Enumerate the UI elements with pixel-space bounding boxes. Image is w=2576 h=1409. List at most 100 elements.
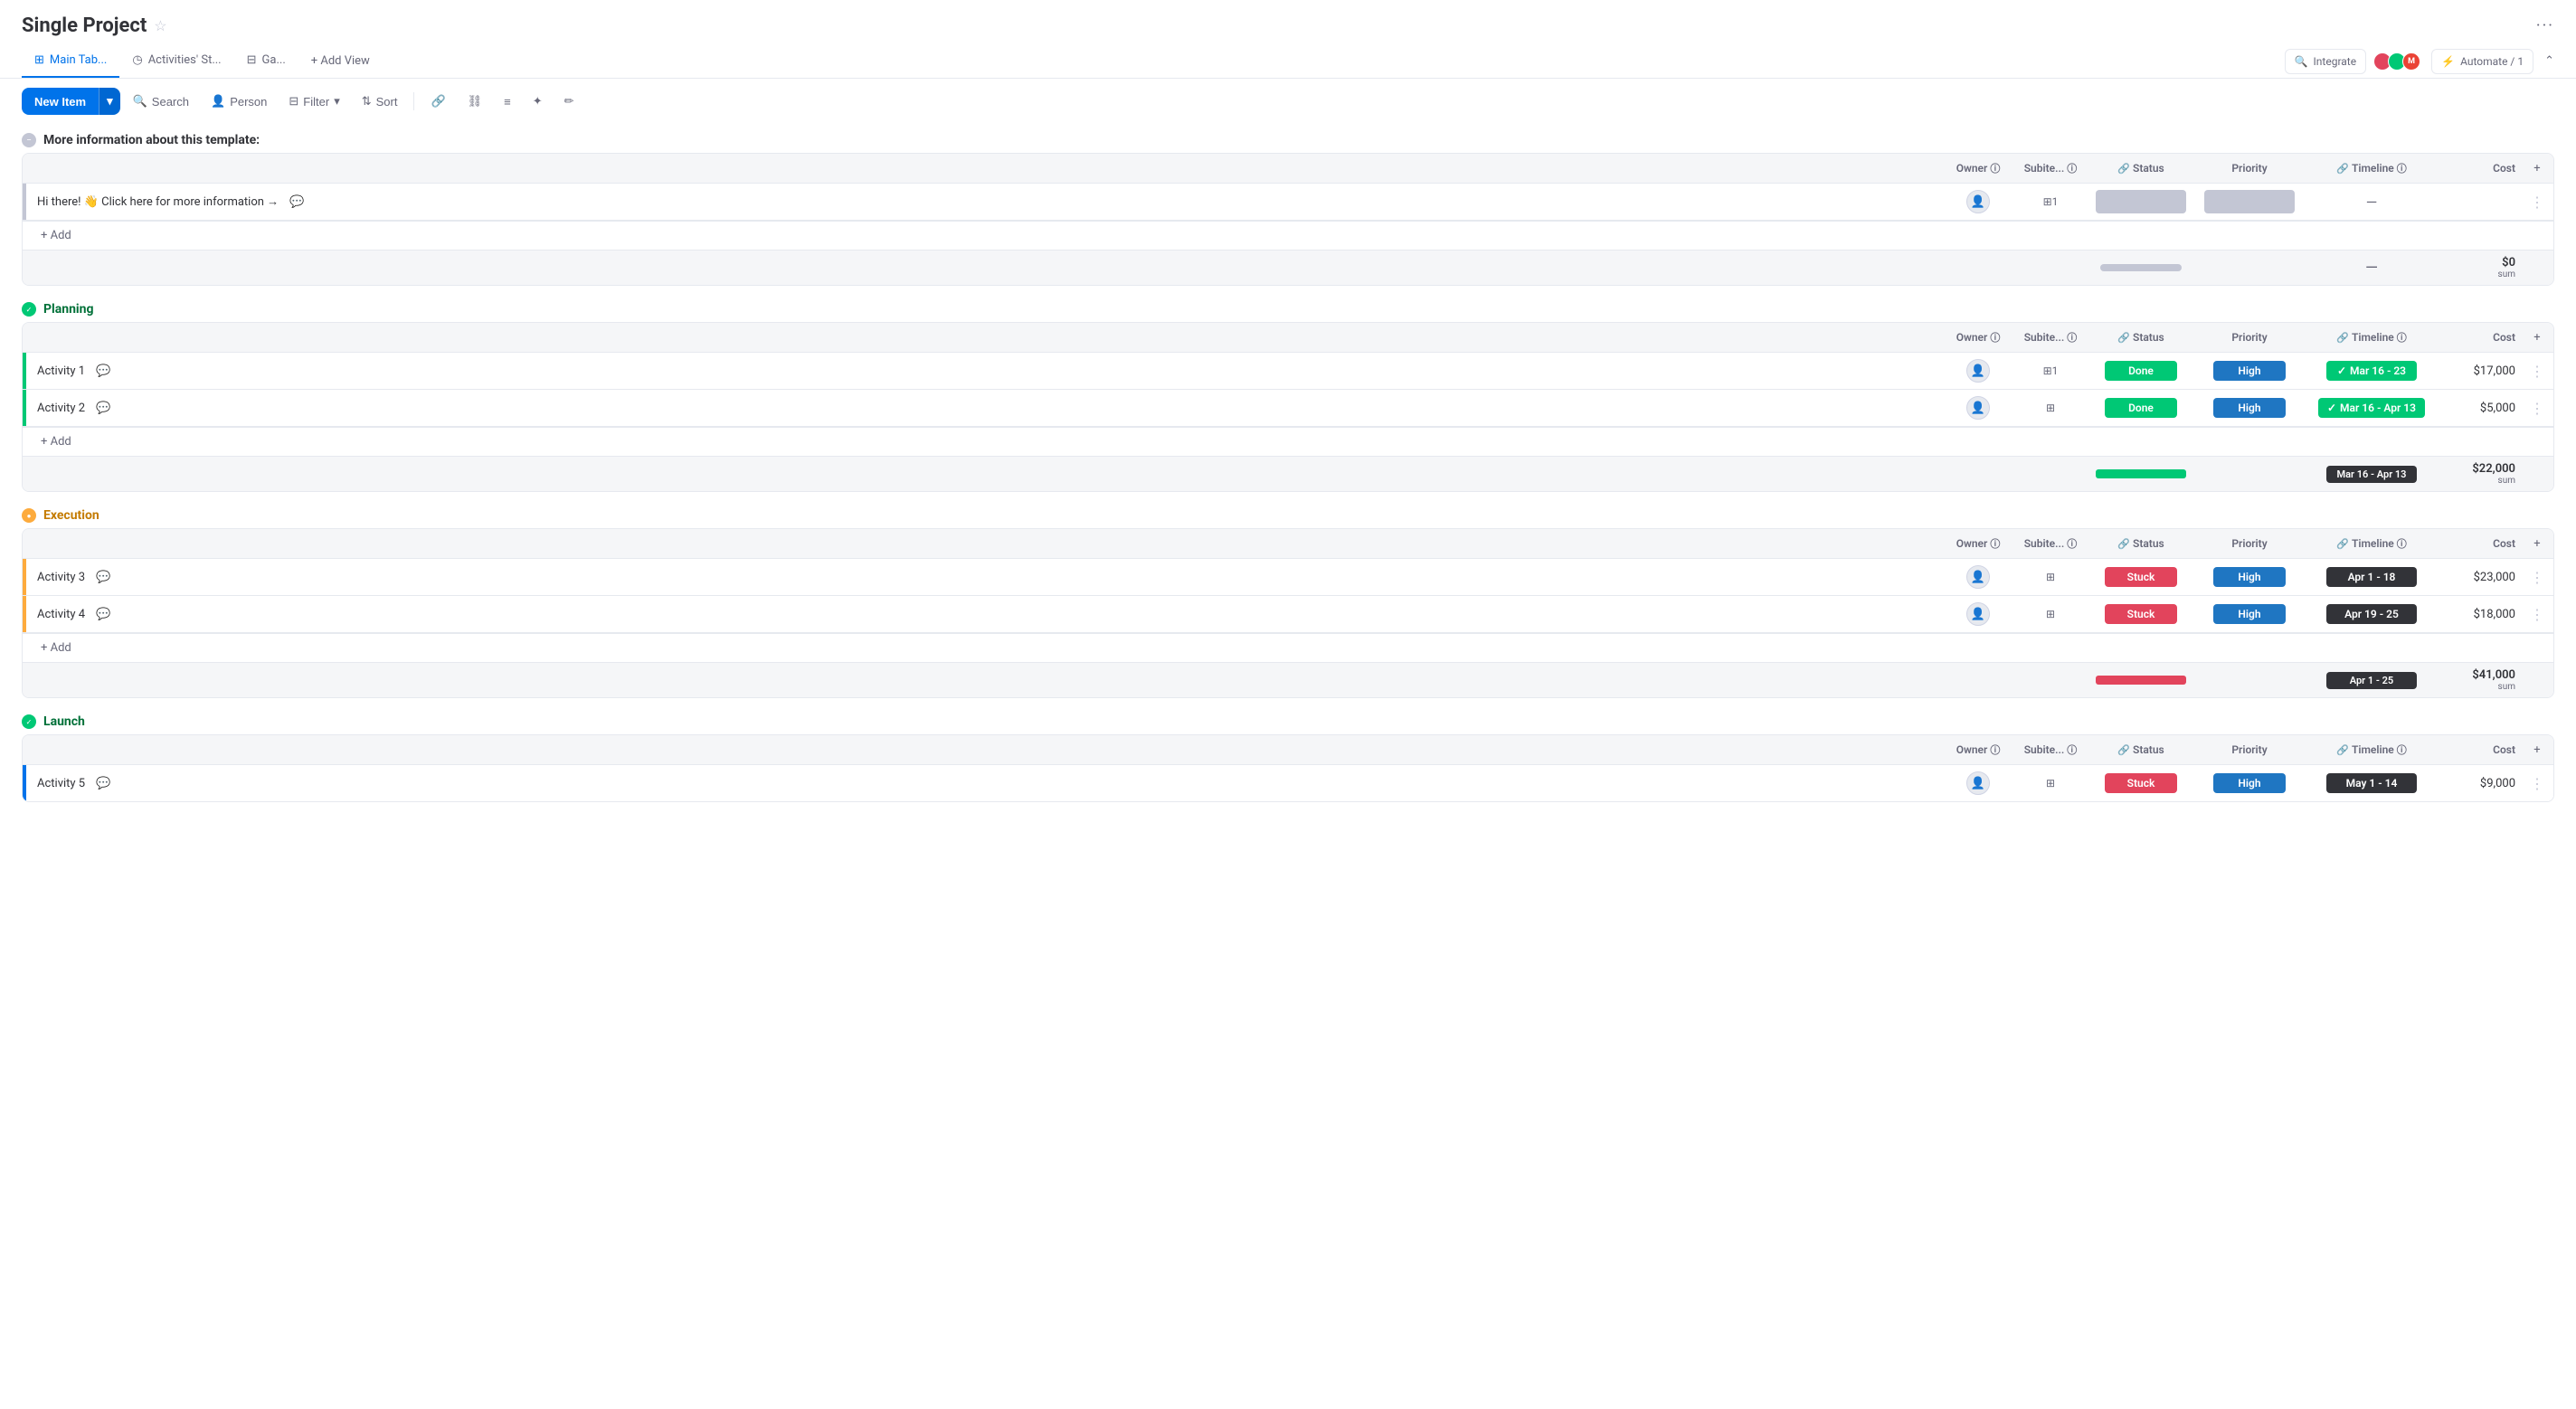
table-row: Activity 3 💬 👤 ⊞ Stuck High Apr 1 - 18 (23, 559, 2553, 596)
add-row-label: + Add (41, 229, 71, 242)
col-add-button[interactable]: + (2521, 155, 2553, 183)
row-name[interactable]: Hi there! 👋 Click here for more informat… (26, 184, 1942, 220)
row-a5-subitems[interactable]: ⊞ (2014, 777, 2087, 790)
row-a1-status[interactable]: Done (2087, 357, 2195, 384)
row-a1-name[interactable]: Activity 1 💬 (26, 353, 1942, 389)
person-button[interactable]: 👤 Person (202, 89, 276, 114)
row-a2-priority[interactable]: High (2195, 394, 2304, 421)
a5-comment-icon[interactable]: 💬 (92, 772, 114, 794)
subitems-info-icon[interactable]: ⓘ (2067, 161, 2077, 175)
a2-comment-icon[interactable]: 💬 (92, 397, 114, 419)
row-a3-timeline[interactable]: Apr 1 - 18 (2304, 563, 2439, 591)
search-button[interactable]: 🔍 Search (124, 89, 198, 114)
row-a3-name[interactable]: Activity 3 💬 (26, 559, 1942, 595)
rows-button[interactable]: ≡ (495, 90, 520, 114)
planning-owner-info[interactable]: ⓘ (1990, 330, 2000, 345)
sort-button[interactable]: ⇅ Sort (353, 89, 407, 114)
owner-info-icon[interactable]: ⓘ (1990, 161, 2000, 175)
link-button[interactable]: 🔗 (421, 89, 454, 114)
a5-row-options[interactable]: ⋮ (2521, 775, 2553, 792)
row-a4-subitems[interactable]: ⊞ (2014, 608, 2087, 620)
group-launch-header[interactable]: ✓ Launch (22, 705, 2554, 734)
group-execution-header[interactable]: ● Execution (22, 499, 2554, 528)
col-planning-owner: Owner ⓘ (1942, 323, 2014, 352)
filter-button[interactable]: ⊟ Filter ▾ (279, 89, 348, 114)
launch-timeline-info[interactable]: ⓘ (2397, 742, 2407, 757)
execution-add-col-button[interactable]: + (2521, 530, 2553, 558)
row-a4-priority[interactable]: High (2195, 600, 2304, 628)
launch-add-col-button[interactable]: + (2521, 736, 2553, 764)
row-a3-priority[interactable]: High (2195, 563, 2304, 591)
a2-row-options[interactable]: ⋮ (2521, 400, 2553, 417)
row-a1-subitems[interactable]: ⊞ 1 (2014, 364, 2087, 377)
favorite-icon[interactable]: ☆ (154, 17, 166, 34)
row-a4-owner[interactable]: 👤 (1942, 602, 2014, 626)
row-a3-status[interactable]: Stuck (2087, 563, 2195, 591)
planning-subitems-info[interactable]: ⓘ (2067, 330, 2077, 345)
row-a5-status[interactable]: Stuck (2087, 770, 2195, 797)
a3-comment-icon[interactable]: 💬 (92, 566, 114, 588)
more-options-icon[interactable]: ··· (2536, 16, 2554, 35)
row-a2-status[interactable]: Done (2087, 394, 2195, 421)
new-item-button[interactable]: New Item ▾ (22, 88, 120, 115)
row-a4-status[interactable]: Stuck (2087, 600, 2195, 628)
row-a1-priority[interactable]: High (2195, 357, 2304, 384)
row-a5-timeline[interactable]: May 1 - 14 (2304, 770, 2439, 797)
a1-comment-icon[interactable]: 💬 (92, 360, 114, 382)
a1-row-options[interactable]: ⋮ (2521, 363, 2553, 380)
new-item-dropdown-arrow[interactable]: ▾ (99, 88, 120, 115)
row-priority[interactable] (2195, 186, 2304, 217)
row-a2-timeline[interactable]: ✓ Mar 16 - Apr 13 (2304, 394, 2439, 421)
row-a4-name[interactable]: Activity 4 💬 (26, 596, 1942, 632)
a4-row-options[interactable]: ⋮ (2521, 606, 2553, 623)
execution-subitems-info[interactable]: ⓘ (2067, 536, 2077, 551)
planning-timeline-info[interactable]: ⓘ (2397, 330, 2407, 345)
add-row-execution[interactable]: + Add (23, 633, 2553, 662)
launch-subitems-info[interactable]: ⓘ (2067, 742, 2077, 757)
add-row-info[interactable]: + Add (23, 221, 2553, 250)
row-a1-timeline[interactable]: ✓ Mar 16 - 23 (2304, 357, 2439, 384)
row-a5-priority[interactable]: High (2195, 770, 2304, 797)
row-a2-name[interactable]: Activity 2 💬 (26, 390, 1942, 426)
row-a4-timeline[interactable]: Apr 19 - 25 (2304, 600, 2439, 628)
add-view-button[interactable]: + Add View (298, 45, 383, 77)
a3-row-options[interactable]: ⋮ (2521, 569, 2553, 586)
row-a2-subitems[interactable]: ⊞ (2014, 402, 2087, 414)
row-subitems[interactable]: ⊞ 1 (2014, 195, 2087, 208)
row-options[interactable]: ⋮ (2521, 194, 2553, 211)
tab-gantt[interactable]: ⊟ Ga... (234, 44, 298, 78)
tab-main-icon: ⊞ (34, 53, 44, 67)
tab-activities[interactable]: ◷ Activities' St... (119, 44, 233, 78)
edit-button[interactable]: ✏ (555, 89, 583, 114)
comment-icon[interactable]: 💬 (286, 191, 308, 213)
automate-button[interactable]: ⚡ Automate / 1 (2431, 49, 2533, 74)
row-a2-owner[interactable]: 👤 (1942, 396, 2014, 420)
planning-add-col-button[interactable]: + (2521, 324, 2553, 352)
launch-owner-info[interactable]: ⓘ (1990, 742, 2000, 757)
row-owner[interactable]: 👤 (1942, 190, 2014, 213)
row-a5-owner[interactable]: 👤 (1942, 771, 2014, 795)
integrate-button[interactable]: 🔍 Integrate (2285, 49, 2367, 74)
row-timeline[interactable]: — (2304, 190, 2439, 214)
apps-button[interactable]: ✦ (524, 89, 552, 114)
row-status[interactable] (2087, 186, 2195, 217)
content-area: − More information about this template: … (0, 124, 2576, 802)
add-row-planning[interactable]: + Add (23, 427, 2553, 456)
row-a3-subitems[interactable]: ⊞ (2014, 571, 2087, 583)
row-a1-owner[interactable]: 👤 (1942, 359, 2014, 383)
row-cost (2439, 194, 2521, 209)
a5-owner-avatar: 👤 (1966, 771, 1990, 795)
group-planning-header[interactable]: ✓ Planning (22, 293, 2554, 322)
person-label: Person (230, 95, 267, 109)
execution-timeline-info[interactable]: ⓘ (2397, 536, 2407, 551)
collapse-icon[interactable]: ⌃ (2544, 54, 2554, 68)
row-a5-name[interactable]: Activity 5 💬 (26, 765, 1942, 801)
group-info-header[interactable]: − More information about this template: (22, 124, 2554, 153)
timeline-info-icon[interactable]: ⓘ (2397, 161, 2407, 175)
tab-main[interactable]: ⊞ Main Tab... (22, 44, 119, 78)
row-a3-owner[interactable]: 👤 (1942, 565, 2014, 589)
a4-comment-icon[interactable]: 💬 (92, 603, 114, 625)
embed-button[interactable]: ⛓ (459, 89, 492, 114)
planning-status-link: 🔗 (2117, 332, 2130, 344)
execution-owner-info[interactable]: ⓘ (1990, 536, 2000, 551)
